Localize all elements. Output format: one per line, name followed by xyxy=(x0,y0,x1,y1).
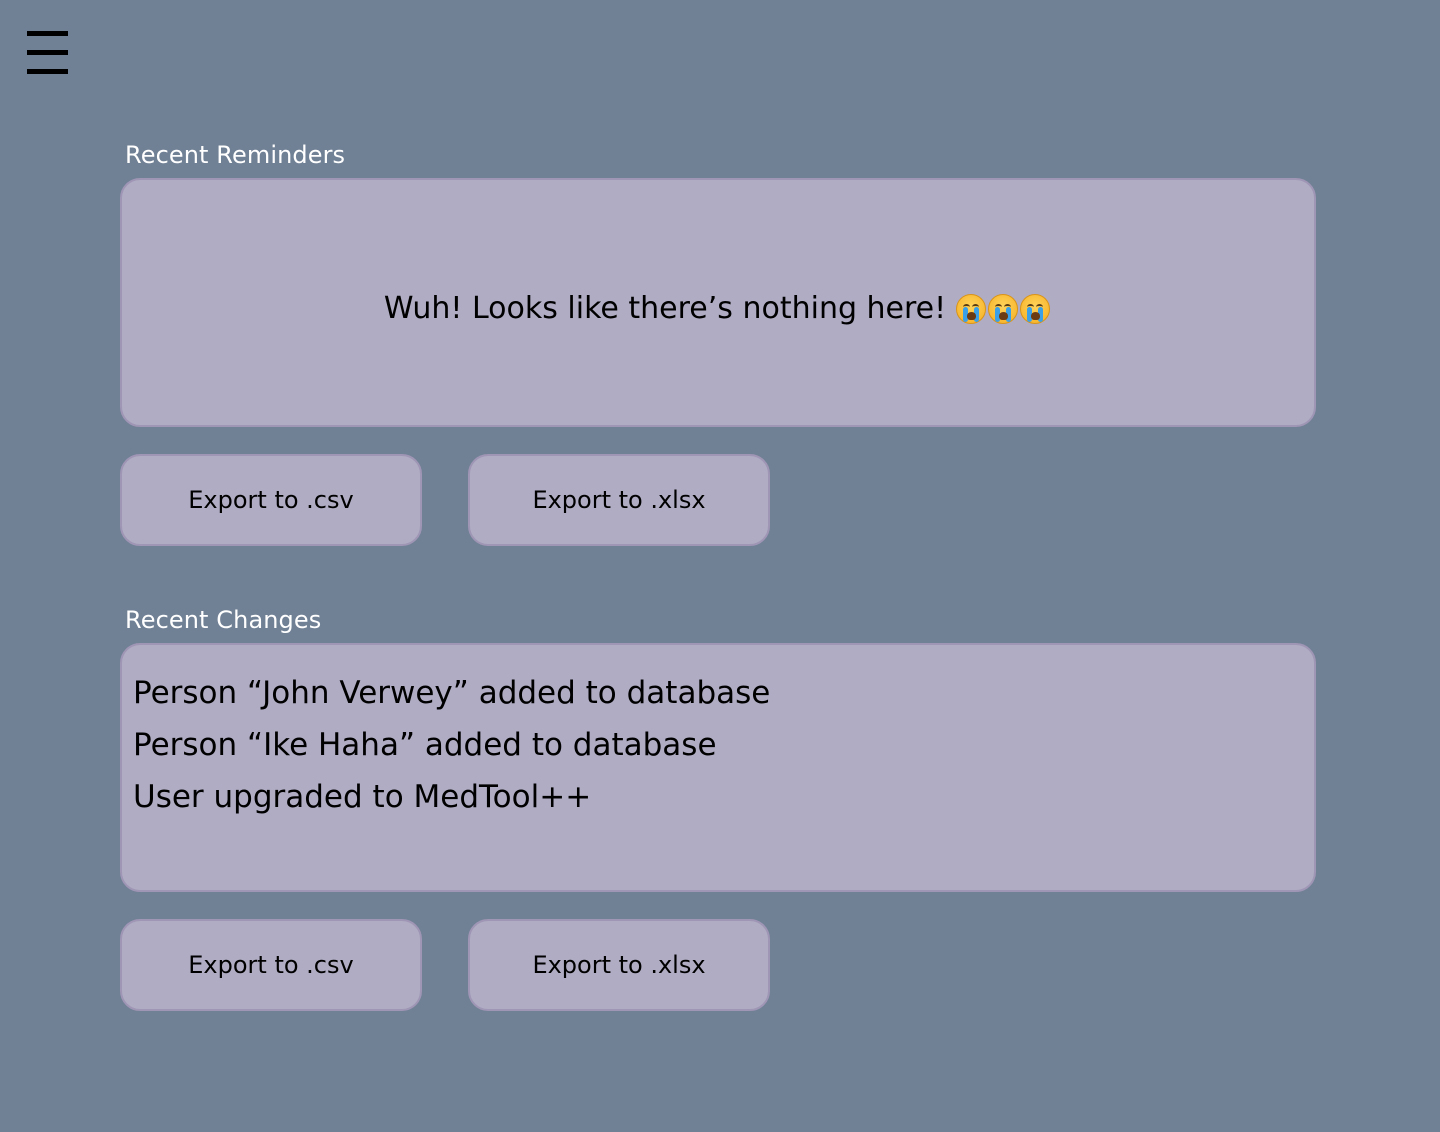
loudly-crying-face-icon xyxy=(988,294,1019,324)
recent-reminders-label: Recent Reminders xyxy=(125,141,346,169)
menu-bar-middle xyxy=(27,50,68,55)
changes-export-xlsx-button[interactable]: Export to .xlsx xyxy=(468,919,770,1011)
reminders-export-csv-button[interactable]: Export to .csv xyxy=(120,454,422,546)
loudly-crying-face-icon xyxy=(1020,294,1051,324)
reminders-export-xlsx-button[interactable]: Export to .xlsx xyxy=(468,454,770,546)
changes-list: Person “John Verwey” added to database P… xyxy=(133,667,770,823)
hamburger-menu-icon[interactable] xyxy=(27,29,69,77)
list-item: Person “John Verwey” added to database xyxy=(133,675,771,711)
crying-emoji-group xyxy=(956,294,1052,334)
changes-export-csv-button[interactable]: Export to .csv xyxy=(120,919,422,1011)
loudly-crying-face-icon xyxy=(956,294,987,324)
empty-state: Wuh! Looks like there’s nothing here! xyxy=(122,290,1314,334)
menu-bar-top xyxy=(27,31,68,36)
menu-bar-bottom xyxy=(27,69,68,74)
recent-changes-label: Recent Changes xyxy=(125,606,322,634)
list-item: Person “Ike Haha” added to database xyxy=(133,727,717,763)
recent-changes-panel: Person “John Verwey” added to database P… xyxy=(120,643,1316,892)
list-item: User upgraded to MedTool++ xyxy=(133,779,592,815)
recent-reminders-panel: Wuh! Looks like there’s nothing here! xyxy=(120,178,1316,427)
empty-state-message: Wuh! Looks like there’s nothing here! xyxy=(383,291,947,326)
